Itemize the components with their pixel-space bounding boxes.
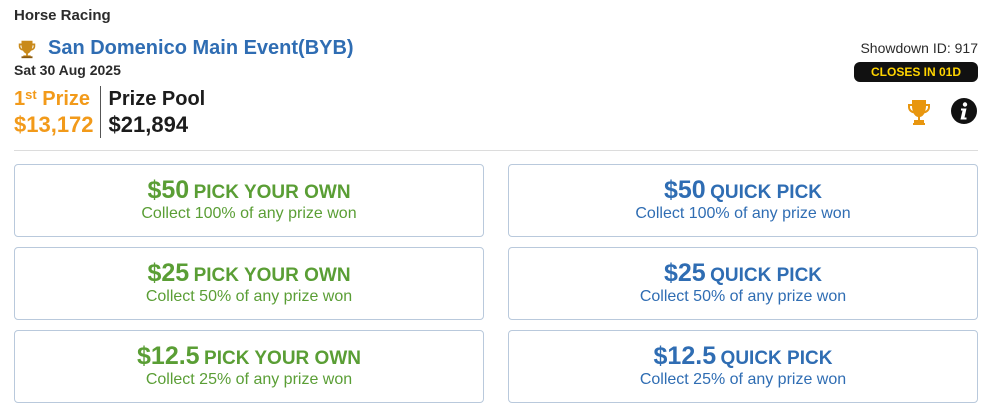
option-description: Collect 25% of any prize won bbox=[639, 371, 847, 388]
event-date: Sat 30 Aug 2025 bbox=[14, 62, 121, 78]
option-description: Collect 50% of any prize won bbox=[145, 288, 353, 305]
option-pick-your-own-12-5[interactable]: $12.5 PICK YOUR OWN Collect 25% of any p… bbox=[14, 330, 484, 403]
event-header: San Domenico Main Event(BYB) bbox=[16, 37, 354, 60]
first-prize-label: 1st Prize bbox=[14, 86, 94, 112]
trophy-icon bbox=[18, 40, 36, 58]
option-description: Collect 100% of any prize won bbox=[141, 205, 357, 222]
first-prize-amount: $13,172 bbox=[14, 112, 94, 137]
option-amount: $12.5 bbox=[137, 342, 200, 370]
option-kind: PICK YOUR OWN bbox=[193, 182, 351, 203]
showdown-id: Showdown ID: 917 bbox=[860, 40, 978, 56]
event-title[interactable]: San Domenico Main Event(BYB) bbox=[48, 37, 354, 60]
option-amount: $50 bbox=[147, 176, 190, 204]
prize-pool-label: Prize Pool bbox=[108, 88, 206, 110]
header-divider bbox=[14, 150, 978, 151]
option-pick-your-own-25[interactable]: $25 PICK YOUR OWN Collect 50% of any pri… bbox=[14, 247, 484, 320]
option-quick-pick-12-5[interactable]: $12.5 QUICK PICK Collect 25% of any priz… bbox=[508, 330, 978, 403]
first-prize-ordinal: 1 bbox=[14, 88, 26, 110]
info-icon[interactable] bbox=[950, 97, 978, 125]
option-description: Collect 25% of any prize won bbox=[145, 371, 353, 388]
first-prize-word: Prize bbox=[42, 88, 91, 110]
first-prize: 1st Prize $13,172 bbox=[14, 86, 101, 138]
trophy-icon[interactable] bbox=[904, 97, 934, 127]
option-title: $25 PICK YOUR OWN bbox=[15, 259, 483, 287]
option-title: $50 PICK YOUR OWN bbox=[15, 176, 483, 204]
option-kind: PICK YOUR OWN bbox=[193, 265, 351, 286]
option-kind: QUICK PICK bbox=[710, 265, 823, 286]
option-title: $50 QUICK PICK bbox=[509, 176, 977, 204]
option-kind: QUICK PICK bbox=[710, 182, 823, 203]
option-quick-pick-50[interactable]: $50 QUICK PICK Collect 100% of any prize… bbox=[508, 164, 978, 237]
prize-pool: Prize Pool $21,894 bbox=[109, 86, 206, 138]
option-title: $12.5 PICK YOUR OWN bbox=[15, 342, 483, 370]
option-title: $12.5 QUICK PICK bbox=[509, 342, 977, 370]
closes-badge: CLOSES IN 01D bbox=[854, 62, 978, 82]
first-prize-suffix: st bbox=[25, 87, 37, 102]
option-kind: QUICK PICK bbox=[720, 348, 833, 369]
prize-pool-amount: $21,894 bbox=[108, 112, 189, 137]
option-kind: PICK YOUR OWN bbox=[204, 348, 361, 369]
prize-summary: 1st Prize $13,172 Prize Pool $21,894 bbox=[14, 86, 205, 138]
option-title: $25 QUICK PICK bbox=[509, 259, 977, 287]
category-label: Horse Racing bbox=[14, 7, 111, 24]
option-amount: $25 bbox=[663, 259, 706, 287]
option-description: Collect 50% of any prize won bbox=[639, 288, 847, 305]
option-amount: $12.5 bbox=[653, 342, 717, 370]
option-amount: $50 bbox=[663, 176, 706, 204]
option-description: Collect 100% of any prize won bbox=[635, 205, 851, 222]
option-pick-your-own-50[interactable]: $50 PICK YOUR OWN Collect 100% of any pr… bbox=[14, 164, 484, 237]
option-amount: $25 bbox=[147, 259, 190, 287]
option-quick-pick-25[interactable]: $25 QUICK PICK Collect 50% of any prize … bbox=[508, 247, 978, 320]
